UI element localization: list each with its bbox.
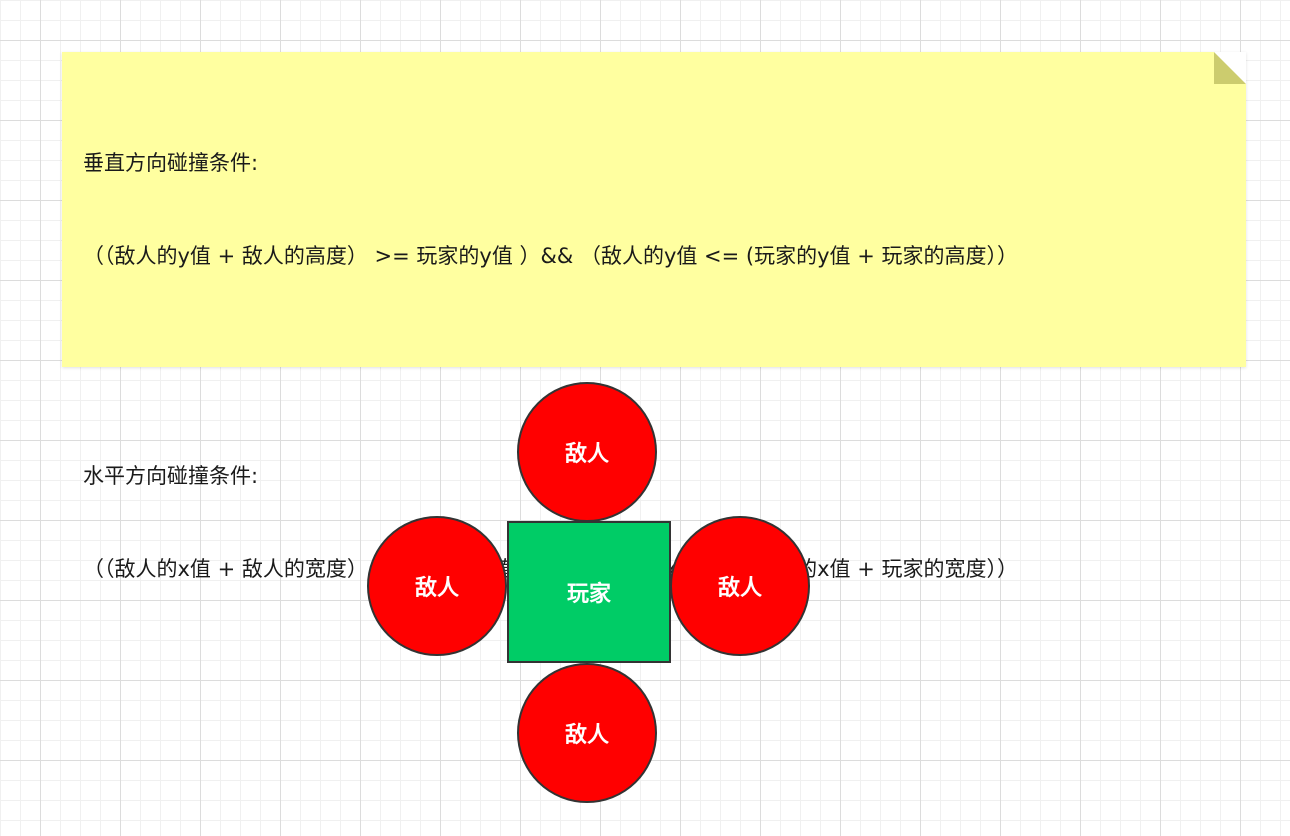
enemy-right-label: 敌人 bbox=[717, 576, 762, 601]
enemy-bottom-label: 敌人 bbox=[564, 723, 609, 748]
enemy-bottom[interactable]: 敌人 bbox=[517, 663, 657, 803]
vertical-collision-title: 垂直方向碰撞条件: bbox=[83, 151, 259, 175]
note-corner-fold bbox=[1214, 52, 1246, 84]
sticky-note: 垂直方向碰撞条件: （（敌人的y值 + 敌人的高度） >= 玩家的y值 ）&& … bbox=[62, 52, 1246, 581]
player-label: 玩家 bbox=[566, 582, 611, 607]
enemy-right[interactable]: 敌人 bbox=[670, 516, 810, 656]
enemy-top[interactable]: 敌人 bbox=[517, 382, 657, 522]
player-box[interactable]: 玩家 bbox=[507, 521, 671, 663]
enemy-left-label: 敌人 bbox=[414, 576, 459, 601]
grid-canvas: 垂直方向碰撞条件: （（敌人的y值 + 敌人的高度） >= 玩家的y值 ）&& … bbox=[0, 0, 1290, 836]
enemy-top-label: 敌人 bbox=[564, 442, 609, 467]
enemy-left[interactable]: 敌人 bbox=[367, 516, 507, 656]
vertical-collision-condition: （（敌人的y值 + 敌人的高度） >= 玩家的y值 ）&& （敌人的y值 <= … bbox=[83, 244, 1018, 268]
